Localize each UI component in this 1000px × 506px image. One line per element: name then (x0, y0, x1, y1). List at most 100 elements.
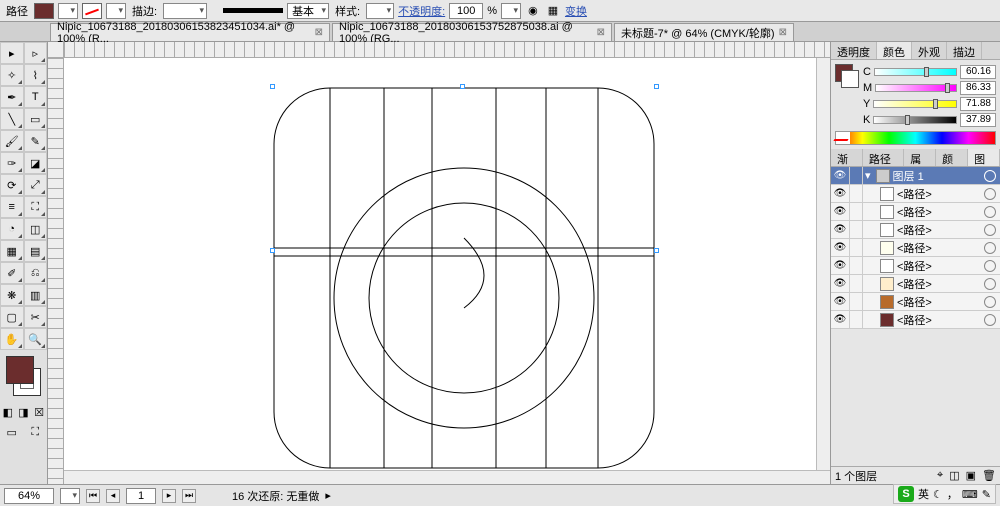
selection-tool[interactable]: ▸ (0, 42, 24, 64)
disclosure-icon[interactable]: ▾ (863, 169, 873, 182)
zoom-tool[interactable]: 🔍 (24, 328, 48, 350)
sublayer-name[interactable]: <路径> (897, 240, 932, 256)
opacity-input[interactable] (449, 3, 483, 19)
target-icon[interactable] (984, 188, 996, 200)
sublayer-row[interactable]: 👁<路径> (831, 239, 1000, 257)
direct-select-tool[interactable]: ▹ (24, 42, 48, 64)
tab-attributes[interactable]: 属性 (904, 149, 936, 166)
zoom-input[interactable] (4, 488, 54, 504)
close-icon[interactable]: ⊠ (597, 27, 605, 38)
align-icon[interactable]: ▦ (545, 3, 561, 19)
slice-tool[interactable]: ✂ (24, 306, 48, 328)
scale-tool[interactable]: ⤢ (24, 174, 48, 196)
selection-handle[interactable] (654, 248, 659, 253)
document-tab[interactable]: 未标题-7* @ 64% (CMYK/轮廓)⊠ (614, 23, 794, 41)
selection-handle[interactable] (270, 248, 275, 253)
tab-pathfinder[interactable]: 路径查 (863, 149, 904, 166)
blend-tool[interactable]: ⎌ (24, 262, 48, 284)
visibility-icon[interactable]: 👁 (831, 206, 849, 217)
mesh-tool[interactable]: ▦ (0, 240, 24, 262)
zoom-dropdown[interactable] (60, 488, 80, 504)
stroke-weight-select[interactable] (163, 3, 207, 19)
gradient-mode-icon[interactable]: ◨ (16, 404, 32, 420)
visibility-icon[interactable]: 👁 (831, 224, 849, 235)
m-value[interactable]: 86.33 (960, 81, 996, 95)
opacity-dropdown[interactable] (501, 3, 521, 19)
lock-column[interactable] (849, 293, 863, 310)
target-icon[interactable] (984, 170, 996, 182)
status-menu-icon[interactable]: ▸ (325, 489, 331, 502)
horizontal-ruler[interactable] (64, 42, 830, 58)
layer-row[interactable]: 👁 ▾ 图层 1 (831, 167, 1000, 185)
target-icon[interactable] (984, 296, 996, 308)
sublayer-name[interactable]: <路径> (897, 222, 932, 238)
target-icon[interactable] (984, 206, 996, 218)
width-tool[interactable]: ≡ (0, 196, 24, 218)
c-value[interactable]: 60.16 (960, 65, 996, 79)
tab-stroke[interactable]: 描边 (947, 42, 982, 59)
rotate-tool[interactable]: ⟳ (0, 174, 24, 196)
perspective-tool[interactable]: ◫ (24, 218, 48, 240)
target-icon[interactable] (984, 242, 996, 254)
new-sublayer-icon[interactable]: ◫ (949, 469, 959, 482)
ime-punct-icon[interactable]: ， (947, 486, 958, 502)
recolor-icon[interactable]: ◉ (525, 3, 541, 19)
sublayer-name[interactable]: <路径> (897, 186, 932, 202)
lock-column[interactable] (849, 185, 863, 202)
sublayer-row[interactable]: 👁<路径> (831, 275, 1000, 293)
lasso-tool[interactable]: ⌇ (24, 64, 48, 86)
last-artboard-icon[interactable]: ⏭ (182, 489, 196, 503)
symbol-sprayer-tool[interactable]: ❋ (0, 284, 24, 306)
sublayer-name[interactable]: <路径> (897, 294, 932, 310)
y-value[interactable]: 71.88 (960, 97, 996, 111)
ime-bar[interactable]: S 英 ☾ ， ⌨ ✎ (893, 484, 996, 504)
k-value[interactable]: 37.89 (960, 113, 996, 127)
lock-column[interactable] (849, 221, 863, 238)
locate-icon[interactable]: ⌖ (937, 469, 943, 482)
close-icon[interactable]: ⊠ (779, 27, 787, 38)
fill-dropdown[interactable] (58, 3, 78, 19)
sublayer-row[interactable]: 👁<路径> (831, 257, 1000, 275)
rectangle-tool[interactable]: ▭ (24, 108, 48, 130)
document-tab[interactable]: Nipic_10673188_20180306153752875038.ai @… (332, 23, 612, 41)
screen-normal-icon[interactable]: ▭ (4, 424, 20, 440)
selection-handle[interactable] (654, 84, 659, 89)
free-transform-tool[interactable]: ⛶ (24, 196, 48, 218)
vertical-ruler[interactable] (48, 58, 64, 484)
tab-opacity[interactable]: 透明度 (831, 42, 877, 59)
opacity-label[interactable]: 不透明度: (398, 3, 445, 19)
stroke-preview[interactable] (841, 70, 859, 88)
k-slider[interactable] (873, 116, 957, 124)
fill-color[interactable] (6, 356, 34, 384)
ime-settings-icon[interactable]: ✎ (982, 488, 991, 501)
lock-column[interactable] (849, 239, 863, 256)
artboard-input[interactable] (126, 488, 156, 504)
horizontal-scrollbar[interactable] (64, 470, 830, 484)
y-slider[interactable] (873, 100, 957, 108)
blob-brush-tool[interactable]: ✑ (0, 152, 24, 174)
tab-color[interactable]: 颜色 (877, 42, 912, 59)
tab-gradient[interactable]: 渐变 (831, 149, 863, 166)
lock-column[interactable] (849, 257, 863, 274)
first-artboard-icon[interactable]: ⏮ (86, 489, 100, 503)
target-icon[interactable] (984, 278, 996, 290)
ime-logo-icon[interactable]: S (898, 486, 914, 502)
new-layer-icon[interactable]: ▣ (966, 469, 976, 482)
vertical-scrollbar[interactable] (816, 58, 830, 470)
visibility-icon[interactable]: 👁 (831, 296, 849, 307)
fill-stroke-control[interactable] (4, 354, 43, 398)
selection-handle[interactable] (270, 84, 275, 89)
target-icon[interactable] (984, 314, 996, 326)
hand-tool[interactable]: ✋ (0, 328, 24, 350)
lock-column[interactable] (849, 311, 863, 328)
target-icon[interactable] (984, 260, 996, 272)
tab-appearance[interactable]: 外观 (912, 42, 947, 59)
sublayer-row[interactable]: 👁<路径> (831, 185, 1000, 203)
spectrum-bar[interactable] (835, 131, 996, 145)
color-mode-icon[interactable]: ◧ (0, 404, 16, 420)
sublayer-row[interactable]: 👁 <路径> (831, 293, 1000, 311)
sublayer-name[interactable]: <路径> (897, 258, 932, 274)
pen-tool[interactable]: ✒ (0, 86, 24, 108)
layer-name[interactable]: 图层 1 (893, 168, 924, 184)
visibility-icon[interactable]: 👁 (831, 278, 849, 289)
